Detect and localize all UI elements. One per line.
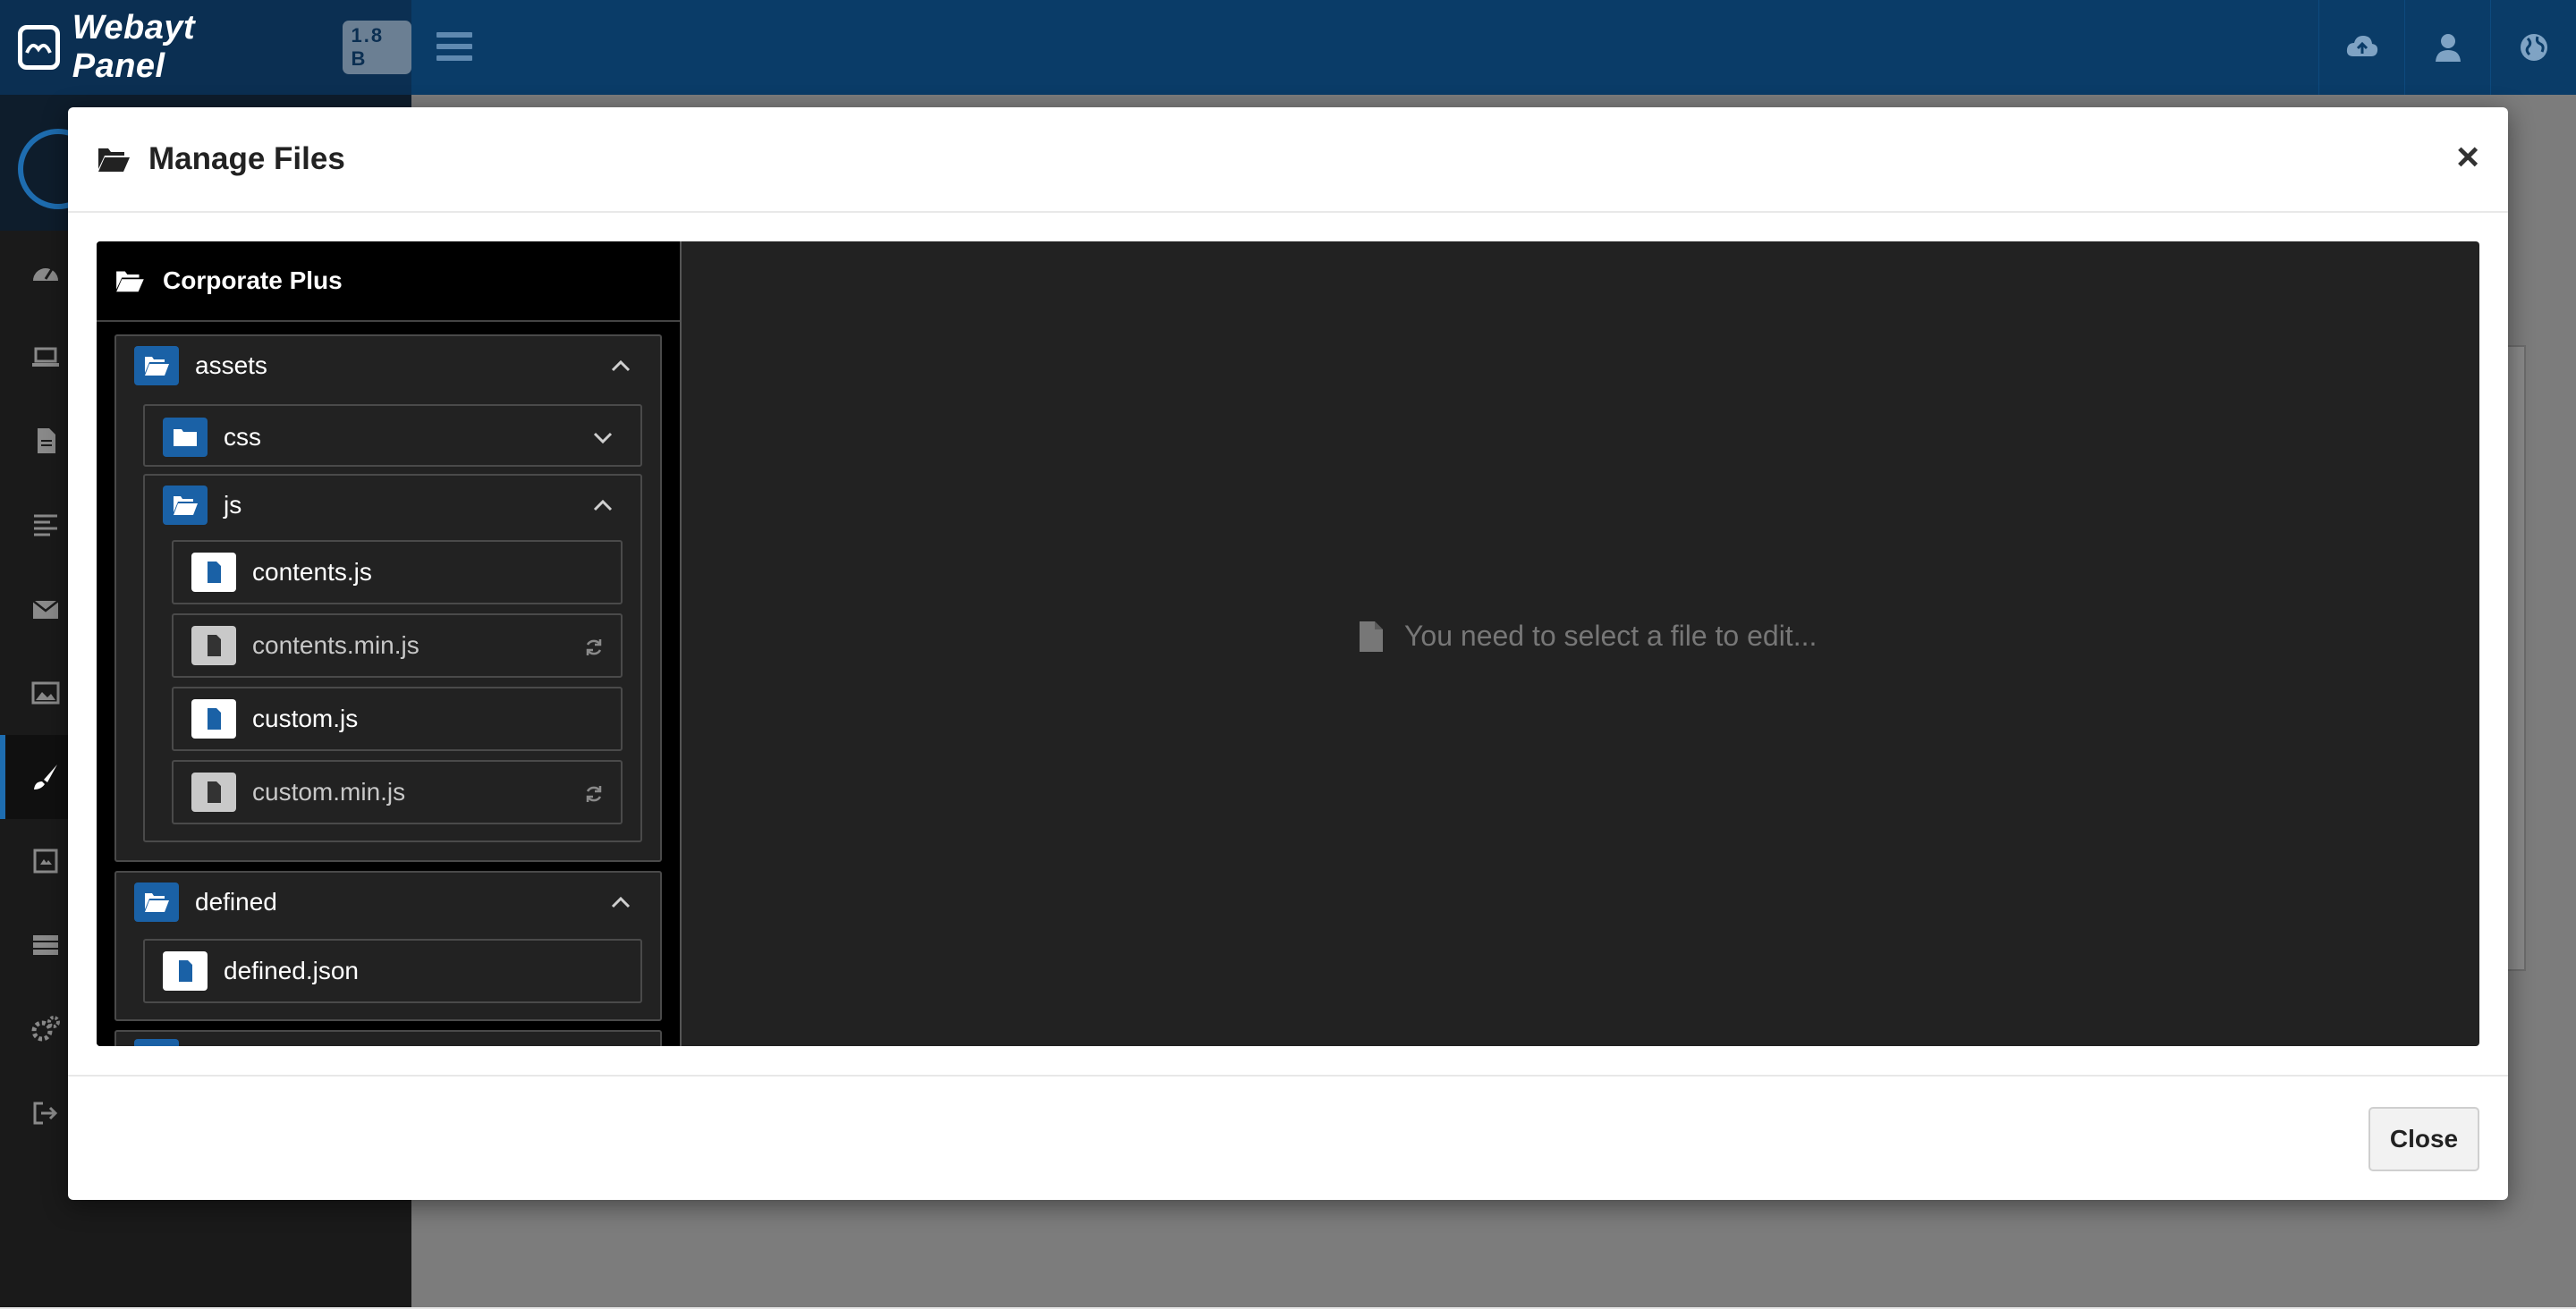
folder-header-css[interactable]: css [163, 415, 624, 460]
folder-next[interactable] [114, 1030, 662, 1046]
webayt-logo-icon [18, 25, 60, 70]
file-name: custom.js [252, 705, 359, 732]
top-icons [2318, 0, 2576, 95]
tree-root[interactable]: Corporate Plus [97, 241, 680, 322]
refresh-icon[interactable] [583, 783, 605, 805]
empty-editor-message: You need to select a file to edit... [1358, 620, 1817, 653]
dashboard-icon [33, 268, 58, 281]
file-icon [191, 699, 236, 739]
gears-icon [31, 1016, 60, 1042]
globe-icon[interactable] [2490, 0, 2576, 95]
folder-header-defined[interactable]: defined [134, 880, 642, 925]
close-button[interactable]: Close [2368, 1107, 2479, 1171]
file-icon [191, 553, 236, 592]
folder-open-icon [98, 148, 130, 172]
modal-close-icon[interactable]: × [2456, 138, 2479, 177]
modal-footer: Close [68, 1075, 2508, 1200]
file-item[interactable]: custom.min.js [172, 760, 623, 824]
file-icon [191, 626, 236, 665]
version-badge: 1.8 B [342, 21, 411, 74]
folder-open-icon [134, 346, 179, 385]
file-item[interactable]: contents.js [172, 540, 623, 604]
media-icon [33, 849, 58, 874]
folder-label: defined [195, 888, 277, 916]
file-item[interactable]: defined.json [143, 939, 642, 1003]
file-icon [191, 773, 236, 812]
chevron-up-icon[interactable] [610, 359, 631, 373]
folder-label: assets [195, 351, 267, 379]
empty-editor-text: You need to select a file to edit... [1404, 620, 1818, 652]
image-icon [31, 681, 60, 705]
refresh-icon[interactable] [583, 637, 605, 658]
align-left-icon [34, 514, 57, 536]
menu-toggle-icon[interactable] [436, 29, 472, 64]
folder-defined: defined defined.json [114, 871, 662, 1021]
user-icon[interactable] [2404, 0, 2490, 95]
file-name: contents.js [252, 558, 372, 586]
modal-title: Manage Files [148, 141, 345, 176]
modal-header: Manage Files × [68, 107, 2508, 213]
folder-header-js[interactable]: js [163, 483, 624, 528]
file-manager: Corporate Plus assets css js contents.js… [97, 241, 2479, 1046]
folder-icon [163, 418, 208, 457]
file-item[interactable]: custom.js [172, 687, 623, 751]
folder-open-icon [116, 271, 144, 292]
folder-css[interactable]: css [143, 404, 642, 467]
folder-header-assets[interactable]: assets [134, 343, 642, 388]
file-tree: Corporate Plus assets css js contents.js… [97, 241, 682, 1046]
file-icon [163, 951, 208, 991]
sign-out-icon [33, 1102, 58, 1125]
list-icon [33, 935, 58, 955]
folder-label: js [224, 491, 242, 519]
file-name: custom.min.js [252, 778, 406, 806]
file-item[interactable]: contents.min.js [172, 613, 623, 678]
file-name: defined.json [224, 957, 360, 984]
tree-root-label: Corporate Plus [163, 266, 343, 294]
cloud-upload-icon[interactable] [2318, 0, 2404, 95]
brand[interactable]: Webayt Panel 1.8 B [0, 0, 411, 95]
laptop-icon [32, 347, 59, 367]
folder-open-icon [163, 486, 208, 525]
file-name: contents.min.js [252, 631, 419, 659]
chevron-down-icon[interactable] [592, 430, 614, 444]
folder-assets: assets css js contents.js contents.min.j… [114, 334, 662, 862]
chevron-up-icon[interactable] [592, 498, 614, 512]
brand-name: Webayt Panel [72, 9, 196, 85]
envelope-icon [32, 600, 59, 619]
paintbrush-icon [34, 764, 57, 790]
top-bar: Webayt Panel 1.8 B [0, 0, 2576, 95]
chevron-up-icon[interactable] [610, 895, 631, 909]
document-icon [38, 428, 55, 453]
folder-open-icon [134, 883, 179, 922]
file-icon [1360, 621, 1383, 652]
folder-js: js contents.js contents.min.js custom.js… [143, 474, 642, 842]
manage-files-modal: Manage Files × Corporate Plus assets css… [68, 107, 2508, 1200]
folder-label: css [224, 423, 261, 451]
folder-icon [134, 1039, 179, 1046]
